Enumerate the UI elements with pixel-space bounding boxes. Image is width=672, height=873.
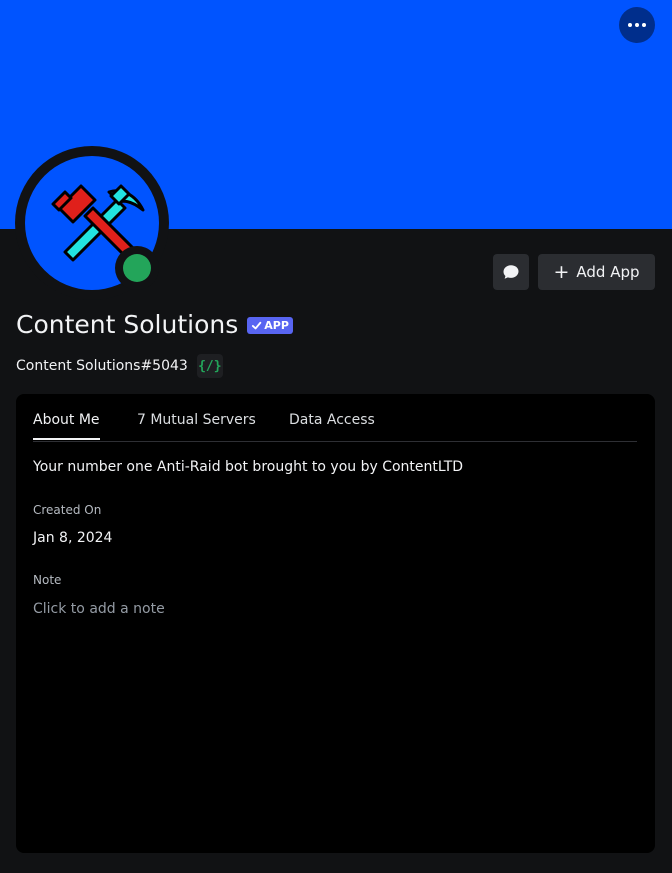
slash-command-icon: {/} bbox=[198, 358, 222, 374]
more-horizontal-icon-dot bbox=[635, 23, 639, 27]
add-app-label: Add App bbox=[576, 263, 640, 281]
add-app-button[interactable]: + Add App bbox=[538, 254, 655, 290]
note-label: Note bbox=[33, 573, 62, 587]
plus-icon: + bbox=[553, 260, 570, 283]
avatar-frame[interactable] bbox=[15, 146, 169, 300]
display-name: Content Solutions bbox=[16, 310, 239, 339]
status-online-dot bbox=[123, 254, 151, 282]
username-row: Content Solutions#5043 {/} bbox=[16, 354, 223, 378]
tab-data-access[interactable]: Data Access bbox=[289, 412, 375, 438]
profile-tabs: About Me 7 Mutual Servers Data Access bbox=[33, 394, 637, 442]
app-badge-label: APP bbox=[264, 319, 289, 332]
name-row: Content Solutions APP bbox=[16, 310, 293, 339]
note-input[interactable]: Click to add a note bbox=[33, 599, 637, 623]
created-on-label: Created On bbox=[33, 503, 102, 517]
send-message-button[interactable] bbox=[493, 254, 529, 290]
created-on-value: Jan 8, 2024 bbox=[33, 530, 113, 546]
username: Content Solutions#5043 bbox=[16, 358, 188, 374]
chat-bubble-icon bbox=[503, 265, 519, 279]
app-badge[interactable]: APP bbox=[247, 317, 293, 334]
tab-about-me[interactable]: About Me bbox=[33, 412, 100, 440]
more-options-button[interactable] bbox=[619, 7, 655, 43]
tab-mutual-servers[interactable]: 7 Mutual Servers bbox=[137, 412, 256, 438]
checkmark-icon bbox=[252, 321, 262, 330]
more-horizontal-icon bbox=[628, 23, 632, 27]
about-me-text: Your number one Anti-Raid bot brought to… bbox=[33, 459, 464, 475]
slash-commands-badge[interactable]: {/} bbox=[196, 354, 223, 378]
profile-info-card: About Me 7 Mutual Servers Data Access Yo… bbox=[16, 394, 655, 853]
status-indicator bbox=[115, 246, 159, 290]
more-horizontal-icon-dot bbox=[642, 23, 646, 27]
